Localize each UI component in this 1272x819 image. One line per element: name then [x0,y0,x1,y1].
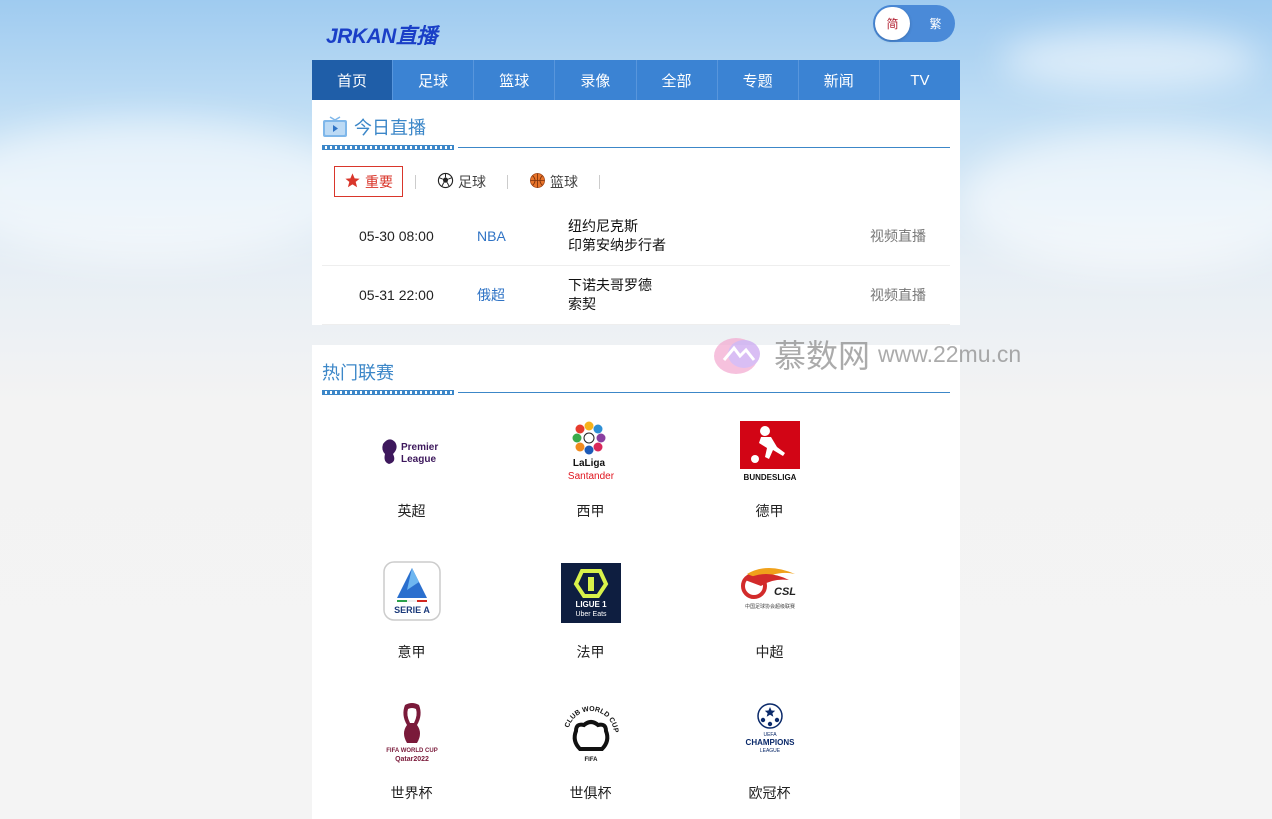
today-live-title: 今日直播 [354,118,426,138]
svg-text:Premier: Premier [401,442,438,453]
svg-text:LEAGUE: LEAGUE [759,748,780,754]
match-teams: 纽约尼克斯 印第安纳步行者 [568,217,870,255]
league-name: 西甲 [576,503,605,519]
today-live-title-wrap: 今日直播 [322,114,426,140]
watermark-name: 慕数网 [774,338,871,374]
club-world-cup-logo-icon: CLUB WORLD CUP 25 FIFA [558,701,624,767]
svg-text:League: League [401,454,436,465]
nav-replay[interactable]: 录像 [555,60,637,100]
league-name: 中超 [755,644,784,660]
watermark-logo-icon [710,330,768,378]
league-name: 世界杯 [390,785,433,801]
svg-text:SERIE A: SERIE A [394,605,430,615]
league-name: 世俱杯 [569,785,612,801]
nav-home[interactable]: 首页 [312,60,394,100]
svg-text:LaLiga: LaLiga [572,458,605,469]
svg-text:FIFA WORLD CUP: FIFA WORLD CUP [386,748,437,754]
svg-text:Santander: Santander [567,471,614,482]
premier-league-logo-icon: Premier League [379,419,445,485]
star-icon [344,172,361,192]
filter-separator [599,174,600,189]
svg-text:FIFA: FIFA [584,757,598,763]
filter-separator [507,174,508,189]
video-live-link[interactable]: 视频直播 [870,226,950,246]
svg-text:Qatar2022: Qatar2022 [395,756,429,763]
league-grid: Premier League 英超 LaLiga Santander 西甲 BUND… [322,419,950,819]
csl-logo-icon: CSL 中国足球协会超级联赛 [737,560,803,626]
league-item-premier-league[interactable]: Premier League 英超 [322,419,501,560]
today-live-header: 今日直播 [322,100,950,150]
svg-text:中国足球协会超级联赛: 中国足球协会超级联赛 [744,603,794,610]
world-cup-logo-icon: FIFA WORLD CUP Qatar2022 [379,701,445,767]
match-league[interactable]: 俄超 [477,285,568,305]
away-team: 索契 [568,296,596,312]
header: JRKAN直播 简 繁 [312,0,960,60]
basketball-icon [529,172,546,192]
serie-a-logo-icon: SERIE A [379,560,445,626]
svg-text:LIGUE 1: LIGUE 1 [575,600,607,609]
watermark: 慕数网 www.22mu.cn [710,330,1021,378]
home-team: 下诺夫哥罗德 [568,277,652,293]
svg-text:CSL: CSL [774,586,796,598]
league-name: 意甲 [397,644,426,660]
filter-basketball-label: 篮球 [550,173,578,190]
simplified-chinese-option[interactable]: 简 [875,7,910,40]
ligue-1-logo-icon: LIGUE 1 Uber Eats [558,560,624,626]
section-divider [322,144,950,150]
nav-all[interactable]: 全部 [637,60,718,100]
page: JRKAN直播 简 繁 首页 足球 篮球 录像 全部 专题 新闻 TV 今日直播 [312,0,960,819]
match-row[interactable]: 05-30 08:00 NBA 纽约尼克斯 印第安纳步行者 视频直播 [322,207,950,266]
nav-topics[interactable]: 专题 [718,60,799,100]
svg-text:Uber Eats: Uber Eats [575,611,607,618]
league-name: 欧冠杯 [748,785,791,801]
laliga-logo-icon: LaLiga Santander [558,419,624,485]
champions-league-logo-icon: UEFA CHAMPIONS LEAGUE [737,701,803,767]
filter-important-label: 重要 [365,173,393,190]
main-nav: 首页 足球 篮球 录像 全部 专题 新闻 TV [312,60,960,100]
away-team: 印第安纳步行者 [568,237,666,253]
site-logo[interactable]: JRKAN直播 [326,20,437,50]
nav-football[interactable]: 足球 [393,60,475,100]
filter-football-label: 足球 [458,173,486,190]
league-item-serie-a[interactable]: SERIE A 意甲 [322,560,501,701]
filter-separator [415,174,416,189]
language-toggle[interactable]: 简 繁 [873,5,955,42]
league-item-laliga[interactable]: LaLiga Santander 西甲 [501,419,680,560]
video-live-link[interactable]: 视频直播 [870,285,950,305]
nav-basketball[interactable]: 篮球 [474,60,556,100]
league-item-world-cup[interactable]: FIFA WORLD CUP Qatar2022 世界杯 [322,701,501,819]
match-time: 05-30 08:00 [359,228,434,244]
league-item-club-world-cup[interactable]: CLUB WORLD CUP 25 FIFA 世俱杯 [501,701,680,819]
watermark-url: www.22mu.cn [878,340,1022,367]
league-name: 英超 [397,503,426,519]
section-divider [322,389,950,395]
match-league[interactable]: NBA [477,228,568,244]
bundesliga-logo-icon: BUNDESLIGA [737,419,803,485]
filter-important[interactable]: 重要 [334,166,403,197]
hot-leagues-title: 热门联赛 [322,363,394,383]
nav-news[interactable]: 新闻 [799,60,880,100]
filter-football[interactable]: 足球 [428,166,495,197]
hot-leagues-panel: 热门联赛 Premier League 英超 LaLiga Santander 西甲 [312,345,960,819]
today-live-panel: 今日直播 重要 足球 篮球 05-30 08:00 NBA 纽约尼克斯 印第安纳… [312,100,960,325]
filter-basketball[interactable]: 篮球 [520,166,587,197]
svg-text:CLUB WORLD CUP 25: CLUB WORLD CUP 25 [558,701,619,735]
league-item-bundesliga[interactable]: BUNDESLIGA 德甲 [680,419,859,560]
traditional-chinese-option[interactable]: 繁 [918,7,953,40]
nav-tv[interactable]: TV [880,60,960,100]
league-item-ligue-1[interactable]: LIGUE 1 Uber Eats 法甲 [501,560,680,701]
svg-text:CHAMPIONS: CHAMPIONS [745,738,795,747]
match-row[interactable]: 05-31 22:00 俄超 下诺夫哥罗德 索契 视频直播 [322,266,950,325]
league-name: 德甲 [755,503,784,519]
league-name: 法甲 [576,644,605,660]
home-team: 纽约尼克斯 [568,218,638,234]
soccer-ball-icon [437,172,454,192]
sport-filters: 重要 足球 篮球 [322,150,950,207]
svg-text:BUNDESLIGA: BUNDESLIGA [743,473,796,482]
league-item-champions-league[interactable]: UEFA CHAMPIONS LEAGUE 欧冠杯 [680,701,859,819]
match-teams: 下诺夫哥罗德 索契 [568,276,870,314]
match-time: 05-31 22:00 [359,287,434,303]
league-item-csl[interactable]: CSL 中国足球协会超级联赛 中超 [680,560,859,701]
tv-icon [322,116,348,138]
